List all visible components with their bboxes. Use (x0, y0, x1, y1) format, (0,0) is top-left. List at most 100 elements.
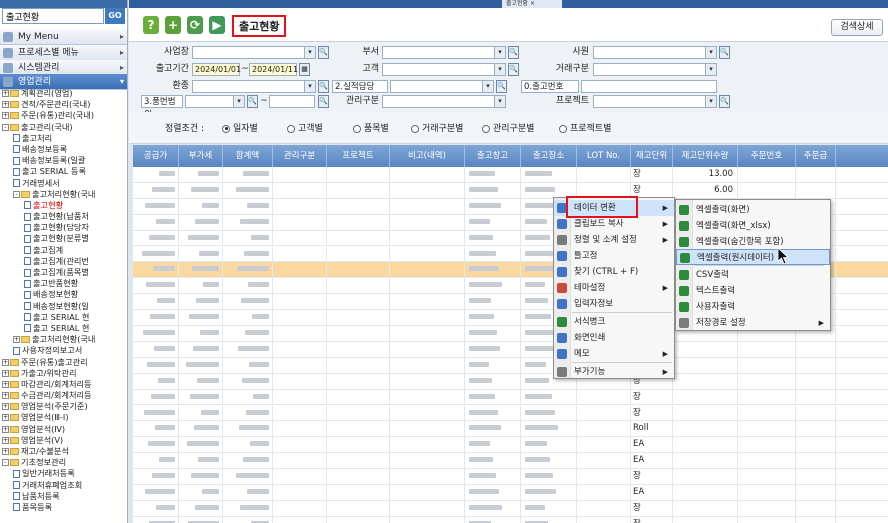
table-cell[interactable] (390, 246, 465, 263)
table-cell[interactable] (390, 341, 465, 358)
table-cell[interactable] (327, 214, 390, 231)
table-cell[interactable] (465, 469, 521, 485)
table-cell[interactable]: 13.00 (673, 167, 738, 183)
table-cell[interactable] (223, 278, 273, 295)
table-cell[interactable] (390, 373, 465, 390)
submenu-item[interactable]: 엑셀출력(화면) (676, 202, 830, 218)
table-cell[interactable] (179, 198, 223, 215)
table-cell[interactable] (223, 373, 273, 390)
table-cell[interactable] (390, 469, 465, 485)
table-cell[interactable] (390, 230, 465, 247)
table-cell[interactable] (521, 389, 577, 406)
table-row[interactable]: 장 13.00 (133, 167, 888, 183)
table-cell[interactable] (465, 421, 521, 438)
table-cell[interactable] (465, 500, 521, 517)
table-cell[interactable] (390, 310, 465, 326)
table-cell[interactable] (390, 294, 465, 311)
table-cell[interactable] (179, 469, 223, 485)
table-cell[interactable] (133, 500, 179, 517)
table-cell[interactable] (223, 341, 273, 358)
table-cell[interactable] (179, 262, 223, 279)
owner-select[interactable] (390, 80, 494, 93)
tree-item[interactable]: - 기초정보관리 (0, 457, 127, 468)
table-cell[interactable] (738, 373, 796, 390)
table-cell[interactable] (179, 341, 223, 358)
table-cell[interactable] (796, 405, 836, 422)
radio-icon[interactable] (353, 124, 361, 133)
table-cell[interactable] (390, 516, 465, 523)
table-cell[interactable] (390, 485, 465, 501)
table-cell[interactable] (796, 437, 836, 454)
table-row[interactable]: 장 (133, 469, 888, 485)
expand-icon[interactable]: + (2, 101, 9, 109)
table-cell[interactable] (133, 357, 179, 374)
table-cell[interactable] (223, 437, 273, 454)
tree-item[interactable]: 납품처등록 (0, 491, 127, 502)
table-cell[interactable] (133, 230, 179, 247)
table-cell[interactable] (738, 167, 796, 183)
table-cell[interactable] (390, 500, 465, 517)
table-cell[interactable] (738, 469, 796, 485)
table-cell[interactable] (133, 405, 179, 422)
tree-item[interactable]: + 주문(유통)관리(국내) (0, 110, 127, 121)
table-cell[interactable] (390, 421, 465, 438)
table-cell[interactable] (577, 469, 631, 485)
table-cell[interactable] (673, 453, 738, 470)
radio-icon[interactable] (287, 124, 295, 133)
table-cell[interactable] (223, 453, 273, 470)
table-cell[interactable] (673, 500, 738, 517)
table-cell[interactable] (465, 341, 521, 358)
tree-item[interactable]: + 영업분석(Ⅲ-Ⅰ) (0, 412, 127, 423)
table-cell[interactable] (796, 373, 836, 390)
table-cell[interactable] (223, 198, 273, 215)
tree-item[interactable]: 출고집계(관리번 (0, 256, 127, 267)
submenu-item[interactable]: 엑셀출력(숨긴항목 포함) (676, 234, 830, 250)
table-cell[interactable] (223, 357, 273, 374)
table-cell[interactable] (673, 469, 738, 485)
tree-item[interactable]: 출고현황(납품처 (0, 211, 127, 222)
table-row[interactable]: EA (133, 485, 888, 501)
tree-item[interactable]: 배송정보등록 (0, 144, 127, 155)
table-cell[interactable] (133, 278, 179, 295)
submenu-item[interactable]: 텍스트출력 (676, 283, 830, 299)
tree-item[interactable]: 거래명세서 (0, 178, 127, 189)
table-cell[interactable] (738, 421, 796, 438)
table-cell[interactable] (327, 500, 390, 517)
table-cell[interactable] (273, 230, 327, 247)
table-cell[interactable] (796, 341, 836, 358)
table-cell[interactable] (273, 294, 327, 311)
table-cell[interactable] (179, 485, 223, 501)
table-cell[interactable] (223, 405, 273, 422)
table-cell[interactable] (179, 182, 223, 199)
table-cell[interactable] (465, 246, 521, 263)
table-cell[interactable] (273, 262, 327, 279)
table-cell[interactable] (521, 500, 577, 517)
context-menu-item[interactable]: 서식병크 (554, 314, 674, 330)
table-cell[interactable] (390, 278, 465, 295)
table-cell[interactable]: EA (631, 453, 673, 470)
table-cell[interactable] (273, 278, 327, 295)
table-cell[interactable] (133, 182, 179, 199)
table-cell[interactable] (390, 167, 465, 183)
table-cell[interactable] (465, 310, 521, 326)
table-cell[interactable] (327, 357, 390, 374)
expand-icon[interactable]: + (2, 90, 9, 97)
table-cell[interactable] (273, 500, 327, 517)
table-cell[interactable] (796, 453, 836, 470)
table-cell[interactable] (738, 405, 796, 422)
table-cell[interactable] (738, 341, 796, 358)
table-cell[interactable]: 장 (631, 516, 673, 523)
table-cell[interactable] (179, 389, 223, 406)
table-cell[interactable] (465, 167, 521, 183)
tree-item[interactable]: 출고현황(담당자 (0, 222, 127, 233)
sidebar-menu-1[interactable]: 프로세스별 메뉴 ▸ (0, 45, 127, 61)
tree-item[interactable]: - 출고처리현황(국내 (0, 189, 127, 200)
table-cell[interactable] (179, 326, 223, 342)
table-cell[interactable] (327, 389, 390, 406)
customer-select[interactable] (382, 63, 506, 76)
table-cell[interactable] (273, 326, 327, 342)
table-cell[interactable] (133, 341, 179, 358)
business-place-select[interactable] (192, 46, 316, 59)
sort-option-2[interactable]: 품목별 (353, 121, 389, 134)
table-cell[interactable] (521, 421, 577, 438)
